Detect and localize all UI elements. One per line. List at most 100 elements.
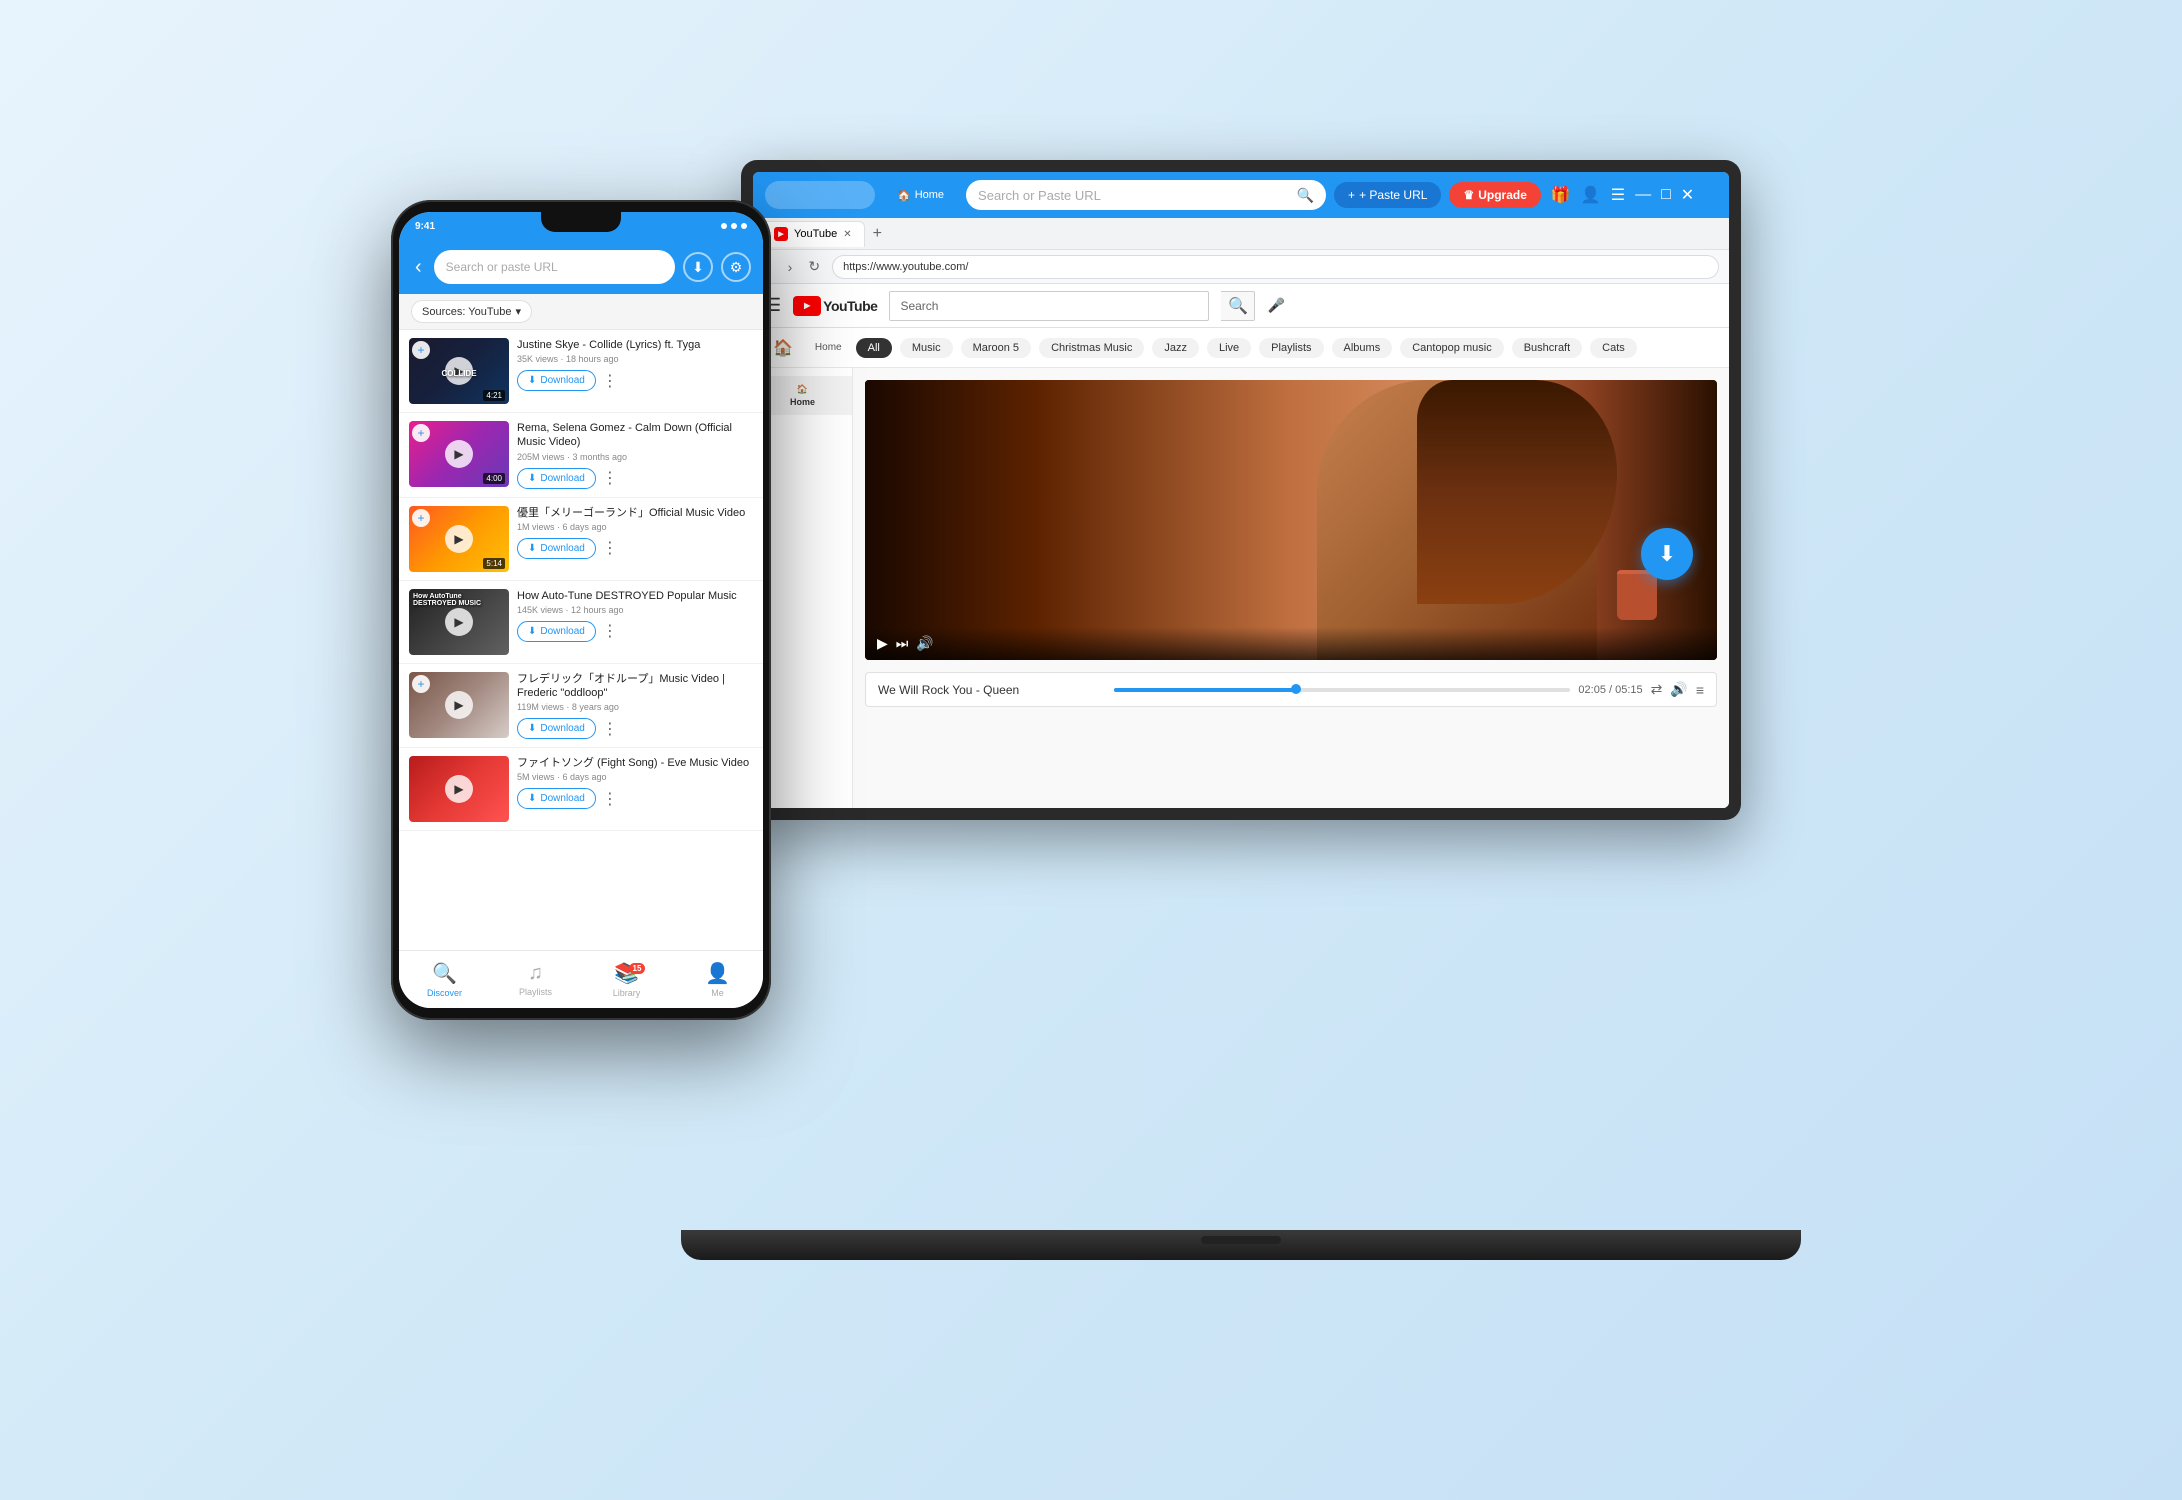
play-btn-6[interactable]: ▶ <box>445 775 473 803</box>
download-btn-5[interactable]: ⬇ Download <box>517 718 596 739</box>
video-title-5: フレデリック「オドループ」Music Video | Frederic "odd… <box>517 672 753 701</box>
thumbnail-1[interactable]: + ▶ COLLIDE 4:21 <box>409 338 509 404</box>
topbar-search-icon: 🔍 <box>1297 187 1314 204</box>
new-tab-button[interactable]: + <box>869 225 886 243</box>
close-icon[interactable]: ✕ <box>1679 183 1696 207</box>
yt-logo-icon: ▶ <box>793 296 821 316</box>
more-btn-3[interactable]: ⋮ <box>602 538 618 558</box>
sources-dropdown[interactable]: Sources: YouTube ▾ <box>411 300 532 323</box>
yt-chip-home-label[interactable]: Home <box>809 338 848 357</box>
download-label-1: Download <box>540 375 584 386</box>
yt-sidebar-home-label: Home <box>790 397 815 407</box>
nav-me[interactable]: 👤 Me <box>672 961 763 998</box>
menu-icon[interactable]: ☰ <box>1609 183 1627 207</box>
yt-sidebar-home-icon: 🏠 <box>797 384 808 395</box>
nav-discover[interactable]: 🔍 Discover <box>399 961 490 998</box>
more-btn-5[interactable]: ⋮ <box>602 719 618 739</box>
yt-search-button[interactable]: 🔍 <box>1221 291 1255 321</box>
phone-search-placeholder: Search or paste URL <box>446 260 558 274</box>
download-icon-1: ⬇ <box>528 375 536 386</box>
upgrade-label: Upgrade <box>1478 188 1527 202</box>
paste-url-button[interactable]: + + Paste URL <box>1334 182 1441 208</box>
yt-chip-all[interactable]: All <box>856 338 892 358</box>
player-current-time: 02:05 / 05:15 <box>1578 684 1642 696</box>
status-icons <box>721 223 747 229</box>
yt-chip-live[interactable]: Live <box>1207 338 1251 358</box>
upgrade-button[interactable]: ♛ Upgrade <box>1449 182 1540 208</box>
play-button[interactable]: ▶ <box>877 635 888 652</box>
video-list: + ▶ COLLIDE 4:21 Justine Skye - Collide … <box>399 330 763 950</box>
yt-mic-icon[interactable]: 🎤 <box>1267 297 1284 314</box>
shuffle-button[interactable]: ⇄ <box>1651 681 1663 698</box>
yt-chip-bushcraft[interactable]: Bushcraft <box>1512 338 1582 358</box>
more-btn-6[interactable]: ⋮ <box>602 789 618 809</box>
video-meta-2: 205M views · 3 months ago <box>517 452 753 462</box>
thumbnail-5[interactable]: + ▶ <box>409 672 509 738</box>
download-btn-3[interactable]: ⬇ Download <box>517 538 596 559</box>
download-btn-2[interactable]: ⬇ Download <box>517 468 596 489</box>
duration-1: 4:21 <box>483 390 505 401</box>
player-song-title: We Will Rock You - Queen <box>878 683 1106 697</box>
video-download-fab[interactable]: ⬇ <box>1641 528 1693 580</box>
more-btn-1[interactable]: ⋮ <box>602 371 618 391</box>
yt-search-placeholder: Search <box>900 299 938 313</box>
video-meta-3: 1M views · 6 days ago <box>517 522 753 532</box>
forward-button[interactable]: › <box>784 257 797 277</box>
youtube-tab[interactable]: ▶ YouTube ✕ <box>761 221 865 247</box>
yt-chip-albums[interactable]: Albums <box>1332 338 1393 358</box>
yt-chip-jazz[interactable]: Jazz <box>1152 338 1199 358</box>
video-actions-4: ⬇ Download ⋮ <box>517 621 753 642</box>
download-label-4: Download <box>540 626 584 637</box>
yt-chip-playlists[interactable]: Playlists <box>1259 338 1323 358</box>
queue-button[interactable]: ≡ <box>1696 682 1704 698</box>
download-icon-3: ⬇ <box>528 543 536 554</box>
phone-settings-icon[interactable]: ⚙ <box>721 252 751 282</box>
nav-library[interactable]: 15 📚 Library <box>581 961 672 998</box>
yt-chip-cantopop[interactable]: Cantopop music <box>1400 338 1504 358</box>
yt-chip-cats[interactable]: Cats <box>1590 338 1637 358</box>
yt-search-input[interactable]: Search <box>889 291 1209 321</box>
thumbnail-2[interactable]: + ▶ 4:00 <box>409 421 509 487</box>
video-title-4: How Auto-Tune DESTROYED Popular Music <box>517 589 753 603</box>
play-btn-3[interactable]: ▶ <box>445 525 473 553</box>
yt-chip-maroon5[interactable]: Maroon 5 <box>961 338 1031 358</box>
thumbnail-4[interactable]: ▶ How AutoTune DESTROYED MUSIC <box>409 589 509 655</box>
yt-search-icon: 🔍 <box>1228 296 1248 316</box>
address-bar[interactable]: https://www.youtube.com/ <box>832 255 1719 279</box>
play-btn-2[interactable]: ▶ <box>445 440 473 468</box>
phone-back-button[interactable]: ‹ <box>411 252 426 283</box>
home-button[interactable]: 🏠 Home <box>883 183 958 208</box>
video-actions-6: ⬇ Download ⋮ <box>517 788 753 809</box>
paste-url-icon: + <box>1348 188 1355 202</box>
more-btn-2[interactable]: ⋮ <box>602 468 618 488</box>
play-btn-5[interactable]: ▶ <box>445 691 473 719</box>
gift-icon[interactable]: 🎁 <box>1549 183 1573 207</box>
topbar-search-bar[interactable]: Search or Paste URL 🔍 <box>966 180 1326 210</box>
playlists-icon: ♫ <box>528 962 543 985</box>
thumbnail-6[interactable]: ▶ <box>409 756 509 822</box>
download-btn-1[interactable]: ⬇ Download <box>517 370 596 391</box>
browser-addressbar: ‹ › ↻ https://www.youtube.com/ <box>753 250 1729 284</box>
nav-playlists[interactable]: ♫ Playlists <box>490 962 581 997</box>
crown-icon: ♛ <box>1463 188 1474 202</box>
download-label-3: Download <box>540 543 584 554</box>
video-info-6: ファイトソング (Fight Song) - Eve Music Video 5… <box>517 756 753 809</box>
skip-button[interactable]: ⏭ <box>896 635 909 652</box>
player-progress-bar[interactable] <box>1114 688 1570 692</box>
yt-chip-music[interactable]: Music <box>900 338 953 358</box>
player-volume-button[interactable]: 🔊 <box>1670 681 1687 698</box>
minimize-icon[interactable]: — <box>1633 184 1653 206</box>
phone-search-bar[interactable]: Search or paste URL <box>434 250 675 284</box>
yt-chip-christmas[interactable]: Christmas Music <box>1039 338 1144 358</box>
maximize-icon[interactable]: □ <box>1659 184 1673 206</box>
phone-download-icon[interactable]: ⬇ <box>683 252 713 282</box>
tab-close-button[interactable]: ✕ <box>843 229 851 240</box>
list-item: ▶ How AutoTune DESTROYED MUSIC How Auto-… <box>399 581 763 664</box>
thumbnail-3[interactable]: + ▶ 5:14 <box>409 506 509 572</box>
reload-button[interactable]: ↻ <box>804 256 824 277</box>
download-btn-4[interactable]: ⬇ Download <box>517 621 596 642</box>
download-btn-6[interactable]: ⬇ Download <box>517 788 596 809</box>
user-icon[interactable]: 👤 <box>1579 183 1603 207</box>
more-btn-4[interactable]: ⋮ <box>602 621 618 641</box>
volume-button[interactable]: 🔊 <box>916 635 933 652</box>
